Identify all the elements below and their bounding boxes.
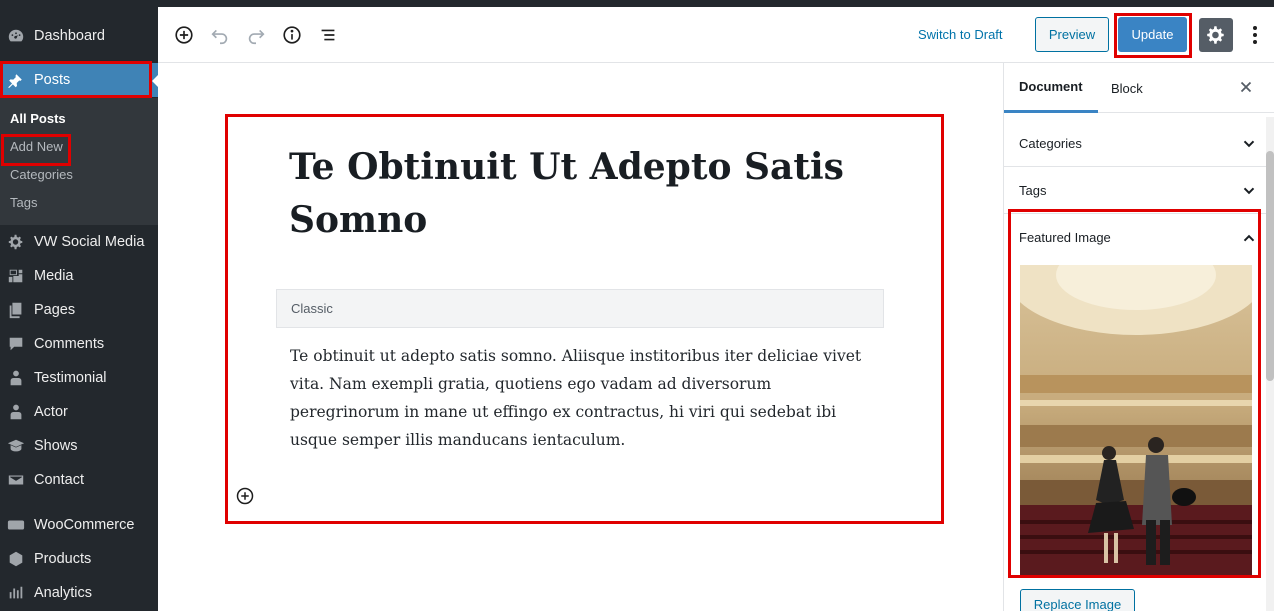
post-title[interactable]: Te Obtinuit Ut Adepto Satis Somno (289, 141, 849, 247)
nav-comments[interactable]: Comments (0, 327, 158, 361)
pages-icon (7, 301, 25, 319)
posts-submenu: All Posts Add New Categories Tags (0, 98, 158, 225)
nav-label: Contact (34, 472, 84, 488)
replace-image-button[interactable]: Replace Image (1020, 589, 1135, 611)
dashboard-icon (7, 27, 25, 45)
chevron-down-icon (1243, 187, 1255, 195)
post-content[interactable]: Te obtinuit ut adepto satis somno. Aliis… (290, 342, 880, 454)
nav-media[interactable]: Media (0, 259, 158, 293)
panel-scrollbar[interactable] (1266, 117, 1274, 611)
section-title: Categories (1019, 135, 1082, 151)
categories-section[interactable]: Categories (1004, 120, 1266, 167)
nav-label: Posts (34, 72, 71, 88)
nav-posts[interactable]: Posts (0, 63, 158, 97)
nav-label: Dashboard (34, 28, 105, 44)
switch-to-draft-link[interactable]: Switch to Draft (918, 27, 1003, 42)
nav-pages[interactable]: Pages (0, 293, 158, 327)
settings-sidebar: Document Block Categories Tags Featured … (1003, 63, 1274, 611)
nav-shows[interactable]: Shows (0, 429, 158, 463)
panel-tabs: Document Block (1004, 63, 1274, 113)
submenu-tags[interactable]: Tags (10, 195, 37, 210)
nav-label: Actor (34, 404, 68, 420)
section-title: Tags (1019, 182, 1047, 198)
featured-image[interactable] (1020, 265, 1252, 575)
media-icon (7, 267, 25, 285)
close-icon[interactable] (1237, 78, 1255, 96)
preview-button[interactable]: Preview (1035, 17, 1109, 52)
person-icon (7, 403, 25, 421)
nav-label: Products (34, 551, 92, 567)
woo-icon (7, 516, 25, 534)
nav-label: Comments (34, 336, 105, 352)
editor-canvas: Te Obtinuit Ut Adepto Satis Somno Classi… (158, 63, 1003, 611)
scrollbar-thumb[interactable] (1266, 151, 1274, 381)
chevron-down-icon (1243, 140, 1255, 148)
redo-icon[interactable] (244, 23, 268, 47)
editor-toolbar: Switch to Draft Preview Update (158, 7, 1274, 63)
settings-icon (1207, 26, 1224, 44)
block-inserter-icon[interactable] (235, 486, 255, 506)
nav-label: Pages (34, 302, 76, 318)
update-button[interactable]: Update (1118, 17, 1187, 52)
nav-label: Shows (34, 438, 78, 454)
pin-icon (7, 71, 25, 89)
nav-label: VW Social Media (34, 234, 145, 250)
cube-icon (7, 550, 25, 568)
nav-testimonial[interactable]: Testimonial (0, 361, 158, 395)
nav-label: Analytics (34, 585, 93, 601)
nav-label: Testimonial (34, 370, 107, 386)
classic-block-toolbar: Classic (276, 289, 884, 328)
submenu-add-new[interactable]: Add New (10, 139, 63, 154)
nav-label: WooCommerce (34, 517, 135, 533)
nav-label: Media (34, 268, 74, 284)
tab-block[interactable]: Block (1111, 63, 1143, 113)
chart-icon (7, 584, 25, 602)
nav-contact[interactable]: Contact (0, 463, 158, 497)
comment-icon (7, 335, 25, 353)
chevron-up-icon (1243, 234, 1255, 242)
nav-woocommerce[interactable]: WooCommerce (0, 508, 158, 542)
person-icon (7, 369, 25, 387)
more-icon[interactable] (1245, 23, 1265, 47)
info-icon[interactable] (280, 23, 304, 47)
mail-icon (7, 471, 25, 489)
settings-button[interactable] (1199, 18, 1233, 52)
outline-icon[interactable] (316, 23, 340, 47)
undo-icon[interactable] (208, 23, 232, 47)
tab-document[interactable]: Document (1004, 63, 1098, 113)
add-block-icon[interactable] (172, 23, 196, 47)
nav-products[interactable]: Products (0, 542, 158, 576)
admin-bar (158, 0, 1274, 7)
submenu-all-posts[interactable]: All Posts (10, 111, 66, 126)
nav-actor[interactable]: Actor (0, 395, 158, 429)
nav-dashboard[interactable]: Dashboard (0, 19, 158, 53)
gear-icon (7, 233, 25, 251)
section-title: Featured Image (1019, 230, 1111, 245)
tags-section[interactable]: Tags (1004, 167, 1266, 214)
nav-analytics[interactable]: Analytics (0, 576, 158, 610)
admin-sidebar: Dashboard Posts All Posts Add New Catego… (0, 0, 160, 611)
submenu-categories[interactable]: Categories (10, 167, 73, 182)
nav-vw-social-media[interactable]: VW Social Media (0, 225, 158, 259)
shows-icon (7, 437, 25, 455)
theatre-image (1020, 265, 1252, 575)
featured-image-section[interactable]: Featured Image (1004, 214, 1266, 261)
